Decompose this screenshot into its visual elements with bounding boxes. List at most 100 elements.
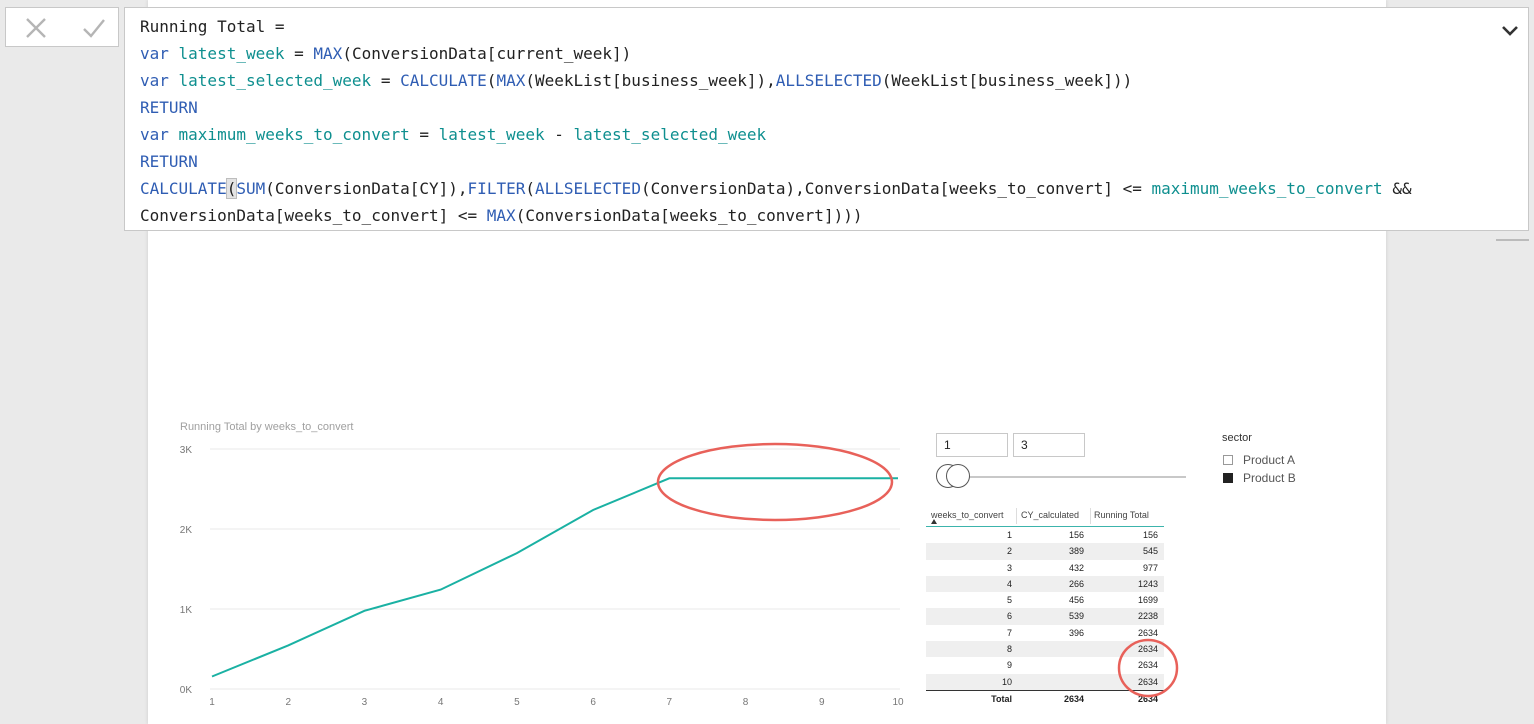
formula-token: ALLSELECTED: [534, 179, 641, 198]
formula-line: var latest_selected_week = CALCULATE(MAX…: [140, 67, 1412, 94]
data-point: [590, 507, 596, 513]
sector-slicer-title: sector: [1222, 432, 1252, 444]
table-cell: 545: [1142, 546, 1158, 557]
formula-token: ConversionData[weeks_to_convert] <=: [140, 206, 487, 225]
table-row[interactable]: 9 2634: [926, 657, 1164, 673]
table-cell: 1699: [1137, 595, 1158, 606]
formula-token: var: [140, 71, 179, 90]
data-point: [209, 674, 215, 680]
table-body: 1 156 156 2 389 545 3 432 977 4 266 1243 5 456 1699 6 53…: [926, 527, 1164, 690]
sector-item-label: Product B: [1243, 471, 1296, 485]
table-cell: 5: [1006, 595, 1012, 606]
y-tick-label: 3K: [180, 445, 193, 456]
formula-token: var: [140, 125, 179, 144]
total-cy-calculated: 2634: [1063, 693, 1084, 704]
formula-line: RETURN: [140, 148, 1412, 175]
table-cell: 456: [1068, 595, 1084, 606]
chevron-down-icon[interactable]: [1500, 20, 1520, 40]
formula-token: CALCULATE: [400, 71, 487, 90]
table-cell: 1: [1006, 530, 1012, 540]
formula-token: RETURN: [140, 98, 198, 117]
table-cell: 10: [1001, 676, 1012, 687]
formula-token: CALCULATE: [140, 179, 227, 198]
formula-token: =: [371, 71, 401, 90]
x-tick-label: 6: [590, 697, 596, 708]
formula-token: (WeekList[business_week])): [881, 71, 1133, 90]
x-tick-label: 7: [667, 697, 673, 708]
data-table: weeks_to_convert CY_calculated Running T…: [926, 506, 1164, 709]
formula-token: =: [409, 125, 439, 144]
table-row[interactable]: 4 266 1243: [926, 575, 1164, 593]
data-point: [285, 642, 291, 648]
x-tick-label: 3: [362, 697, 368, 708]
formula-bar-resize-handle[interactable]: [1496, 227, 1529, 241]
formula-token: maximum_weeks_to_convert: [178, 125, 410, 144]
table-cell: 8: [1006, 644, 1012, 655]
table-row[interactable]: 7 396 2634: [926, 625, 1164, 641]
x-tick-label: 4: [438, 697, 444, 708]
data-point: [514, 550, 520, 556]
table-row[interactable]: 5 456 1699: [926, 592, 1164, 608]
table-row[interactable]: 2 389 545: [926, 543, 1164, 560]
formula-token: (: [486, 71, 497, 90]
formula-token: RETURN: [140, 152, 198, 171]
table-cell: 9: [1006, 660, 1012, 671]
x-tick-label: 2: [285, 697, 291, 708]
formula-token: latest_week: [438, 125, 545, 144]
check-icon[interactable]: [80, 14, 108, 42]
table-cell: 7: [1006, 627, 1012, 638]
dax-formula-editor[interactable]: Running Total = var latest_week = MAX(Co…: [140, 13, 1412, 229]
table-row[interactable]: 3 432 977: [926, 560, 1164, 576]
close-icon[interactable]: [22, 14, 50, 42]
formula-line: var maximum_weeks_to_convert = latest_we…: [140, 121, 1412, 148]
table-row[interactable]: 8 2634: [926, 641, 1164, 658]
table-cell: 2: [1006, 546, 1012, 557]
table-row[interactable]: 6 539 2238: [926, 608, 1164, 625]
formula-token: (WeekList[business_week]),: [525, 71, 776, 90]
sector-item-product-a[interactable]: Product A: [1223, 453, 1313, 467]
formula-token: (ConversionData),ConversionData[weeks_to…: [640, 179, 1152, 198]
table-cell: 389: [1068, 546, 1084, 557]
formula-token: MAX: [486, 206, 516, 225]
formula-token: (ConversionData[weeks_to_convert]))): [515, 206, 863, 225]
formula-token: (: [225, 178, 238, 199]
table-cell: 1243: [1137, 578, 1158, 589]
slicer-max-input[interactable]: 3: [1013, 433, 1085, 457]
formula-token: SUM: [236, 179, 266, 198]
formula-token: (ConversionData[CY]),: [265, 179, 468, 198]
column-divider[interactable]: [1090, 508, 1091, 524]
table-cell: 2634: [1137, 676, 1158, 687]
running-total-line-chart[interactable]: 0K 1K 2K 3K 1 2 3 4 5 6 7 8 9 10: [170, 440, 910, 712]
checkbox-icon[interactable]: [1223, 455, 1233, 465]
table-cell: 156: [1142, 530, 1158, 540]
sector-item-product-b[interactable]: Product B: [1223, 471, 1313, 485]
table-row[interactable]: 1 156 156: [926, 527, 1164, 543]
slider-end-handle[interactable]: [946, 464, 971, 488]
table-cell: 2238: [1137, 611, 1158, 622]
column-header-running-total[interactable]: Running Total: [1094, 510, 1149, 520]
sector-item-label: Product A: [1243, 453, 1296, 467]
y-tick-label: 1K: [180, 605, 193, 616]
x-tick-label: 10: [892, 697, 904, 708]
formula-token: latest_selected_week: [573, 125, 767, 144]
formula-token: (: [525, 179, 535, 198]
slider-track[interactable]: [954, 476, 1186, 478]
slicer-min-input[interactable]: 1: [936, 433, 1008, 457]
formula-token: MAX: [496, 71, 526, 90]
chart-title: Running Total by weeks_to_convert: [180, 421, 354, 433]
column-header-weeks-to-convert[interactable]: weeks_to_convert: [931, 510, 1004, 520]
column-header-cy-calculated[interactable]: CY_calculated: [1021, 510, 1079, 520]
x-tick-label: 8: [743, 697, 749, 708]
formula-token: -: [544, 125, 574, 144]
table-row[interactable]: 10 2634: [926, 673, 1164, 690]
total-running-total: 2634: [1137, 693, 1158, 704]
y-tick-label: 2K: [180, 525, 193, 536]
column-divider[interactable]: [1016, 508, 1017, 524]
formula-bar[interactable]: Running Total = var latest_week = MAX(Co…: [124, 7, 1529, 231]
formula-token: FILTER: [467, 179, 526, 198]
checkbox-icon[interactable]: [1223, 473, 1233, 483]
data-point: [895, 475, 901, 481]
table-cell: 539: [1068, 611, 1084, 622]
table-cell: 396: [1068, 627, 1084, 638]
sort-ascending-icon[interactable]: [931, 519, 937, 524]
